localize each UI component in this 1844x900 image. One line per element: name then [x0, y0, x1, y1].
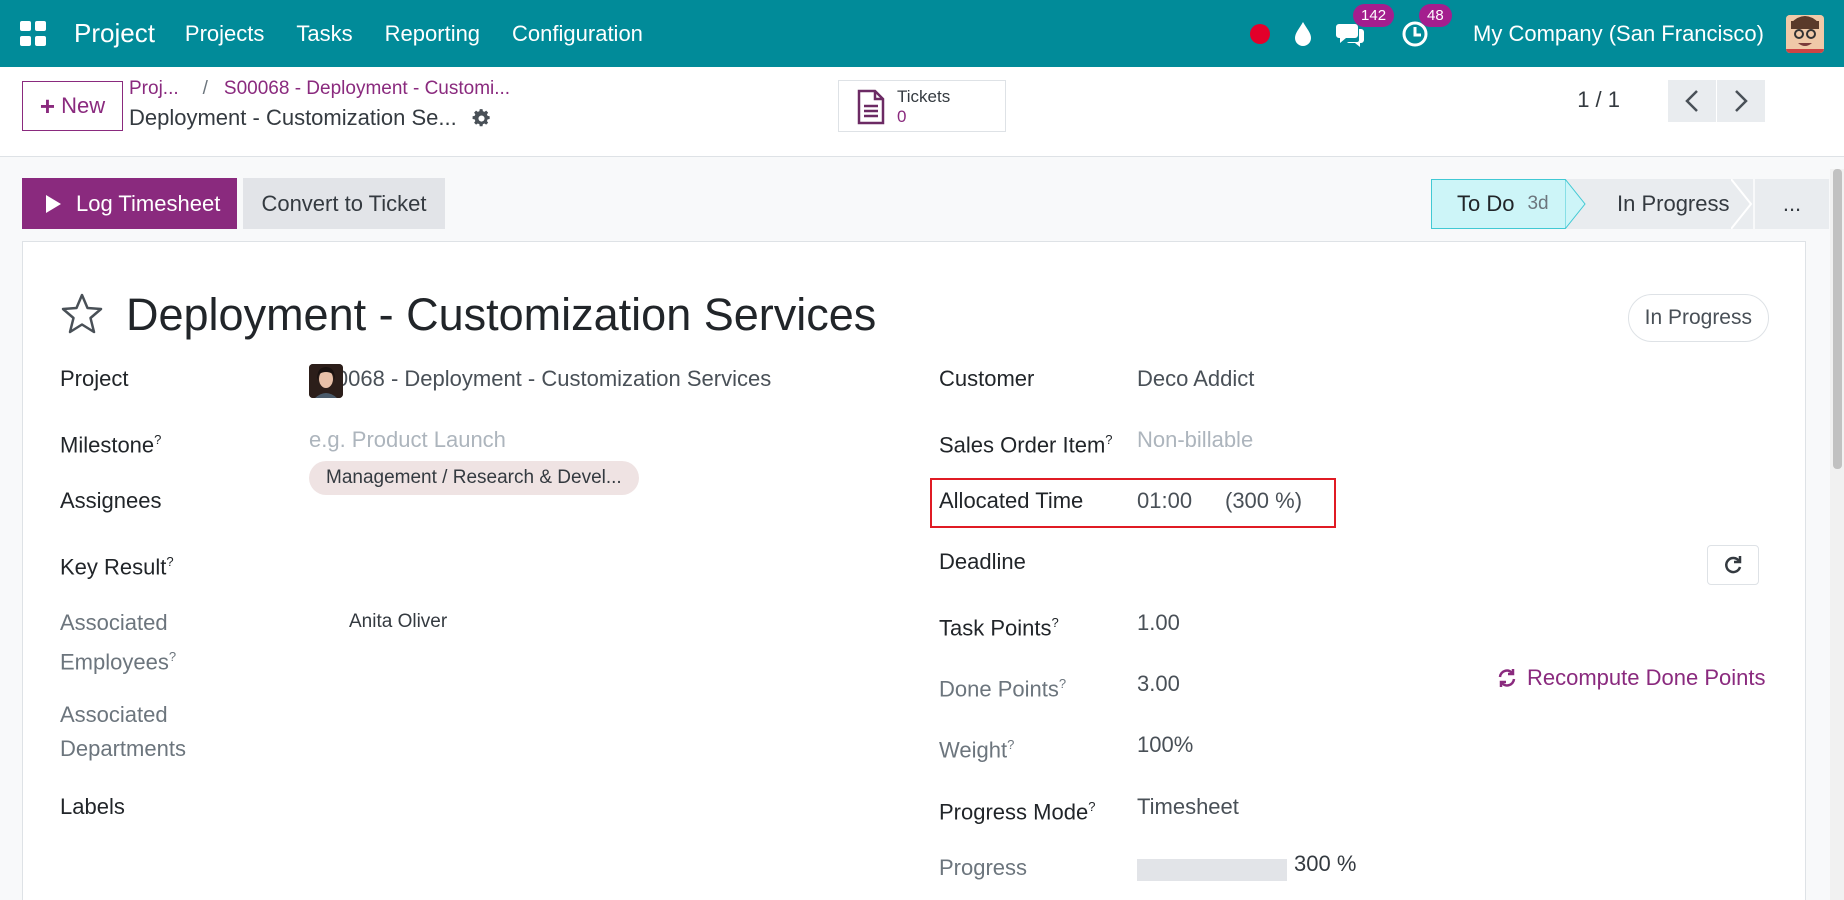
activity-badge: 48 [1419, 3, 1452, 27]
weight-value: 100% [1137, 732, 1194, 757]
record-title: Deployment - Customization Se... [129, 105, 492, 131]
app-menu-icon[interactable] [20, 21, 47, 46]
stage-in-progress[interactable]: In Progress [1587, 179, 1753, 229]
associated-employees-label: Associated Employees? [60, 610, 177, 675]
progress-label: Progress [939, 855, 1028, 880]
key-result-input[interactable] [309, 545, 869, 579]
new-button-label: New [61, 93, 106, 118]
task-state-button[interactable]: In Progress [1627, 294, 1769, 342]
menu-item-projects[interactable]: Projects [169, 21, 280, 47]
deadline-input[interactable] [1137, 545, 1537, 579]
app-name[interactable]: Project [74, 18, 155, 49]
done-points-value: 3.00 [1137, 671, 1180, 696]
stage-in-progress-label: In Progress [1617, 191, 1730, 216]
star-icon[interactable] [60, 292, 104, 334]
task-points-label: Task Points? [939, 615, 1059, 641]
navbar-systray: 142 48 My Company (San Francisco) [1250, 0, 1844, 67]
project-field[interactable]: S00068 - Deployment - Customization Serv… [309, 362, 771, 396]
menu-item-configuration[interactable]: Configuration [496, 21, 659, 47]
tickets-count: 0 [897, 107, 907, 126]
stage-todo[interactable]: To Do 3d [1431, 179, 1566, 229]
task-title[interactable]: Deployment - Customization Services [126, 289, 876, 341]
breadcrumb-item-projects[interactable]: Proj... [129, 78, 179, 100]
allocated-time-highlight [930, 478, 1336, 528]
activity-icon[interactable]: 48 [1401, 3, 1452, 48]
main-menu: Projects Tasks Reporting Configuration [169, 21, 659, 47]
done-points-label: Done Points? [939, 676, 1067, 702]
stage-statusbar: To Do 3d In Progress ... [1431, 179, 1829, 229]
key-result-label: Key Result? [60, 554, 174, 580]
form-sheet: Deployment - Customization Services In P… [22, 241, 1806, 900]
milestone-input[interactable]: e.g. Product Launch [309, 423, 506, 457]
tickets-smart-button[interactable]: Tickets 0 [838, 80, 1006, 132]
stage-arrow-icon [1565, 179, 1587, 229]
messages-icon[interactable]: 142 [1335, 3, 1395, 48]
tickets-label: Tickets [897, 87, 951, 106]
customer-field[interactable]: Deco Addict [1137, 362, 1254, 396]
employee-avatar [309, 364, 343, 398]
progress-bar [1137, 859, 1287, 881]
log-timesheet-button[interactable]: Log Timesheet [22, 178, 237, 229]
recompute-done-points-button[interactable]: Recompute Done Points [1497, 665, 1765, 691]
chevron-left-icon [1685, 90, 1698, 112]
breadcrumb-separator: / [202, 78, 208, 99]
sales-order-item-input[interactable]: Non-billable [1137, 423, 1253, 457]
messages-badge: 142 [1353, 3, 1395, 27]
stage-todo-label: To Do [1457, 191, 1515, 216]
project-label: Project [60, 366, 129, 391]
weight-label: Weight? [939, 737, 1015, 763]
record-icon[interactable] [1250, 23, 1271, 44]
recompute-label: Recompute Done Points [1527, 665, 1766, 690]
pager-previous-button[interactable] [1668, 80, 1716, 122]
company-switcher[interactable]: My Company (San Francisco) [1473, 21, 1764, 47]
assignees-label: Assignees [60, 488, 162, 513]
menu-item-reporting[interactable]: Reporting [369, 21, 496, 47]
record-title-text: Deployment - Customization Se... [129, 105, 457, 130]
drop-icon[interactable] [1293, 21, 1313, 47]
associated-departments-label: Associated Departments [60, 702, 186, 761]
menu-item-tasks[interactable]: Tasks [280, 21, 368, 47]
progress-value: 300 % [1294, 851, 1357, 876]
control-panel: + New Proj... / S00068 - Deployment - Cu… [0, 67, 1844, 157]
pager-next-button[interactable] [1717, 80, 1765, 122]
page-scrollbar[interactable] [1830, 169, 1844, 900]
employee-name[interactable]: Anita Oliver [349, 605, 447, 639]
new-button[interactable]: + New [22, 81, 123, 131]
task-points-input[interactable]: 1.00 [1137, 606, 1180, 640]
gear-icon[interactable] [471, 108, 492, 129]
milestone-label: Milestone? [60, 432, 162, 458]
refresh-icon [1498, 669, 1516, 687]
convert-to-ticket-button[interactable]: Convert to Ticket [243, 178, 445, 229]
progress-mode-label: Progress Mode? [939, 799, 1096, 825]
play-icon [46, 194, 61, 213]
user-avatar[interactable] [1786, 14, 1824, 53]
breadcrumb: Proj... / S00068 - Deployment - Customi.… [129, 78, 510, 100]
customer-label: Customer [939, 366, 1035, 391]
stage-todo-duration: 3d [1527, 193, 1549, 214]
progress-mode-select[interactable]: Timesheet [1137, 790, 1239, 824]
labels-input[interactable] [309, 790, 869, 824]
refresh-button[interactable] [1707, 545, 1759, 585]
pager-value[interactable]: 1 / 1 [1577, 87, 1620, 113]
log-timesheet-label: Log Timesheet [76, 190, 221, 216]
department-tag[interactable]: Management / Research & Devel... [309, 461, 639, 495]
breadcrumb-item-project[interactable]: S00068 - Deployment - Customi... [224, 78, 510, 100]
deadline-label: Deadline [939, 549, 1026, 574]
stage-more-button[interactable]: ... [1755, 179, 1829, 229]
sales-order-item-label: Sales Order Item? [939, 432, 1113, 458]
stage-arrow-icon [1731, 179, 1753, 229]
refresh-icon [1725, 556, 1742, 574]
plus-icon: + [39, 90, 56, 121]
chevron-right-icon [1735, 90, 1748, 112]
top-navbar: Project Projects Tasks Reporting Configu… [0, 0, 1844, 67]
document-icon [857, 89, 885, 125]
labels-label: Labels [60, 794, 125, 819]
